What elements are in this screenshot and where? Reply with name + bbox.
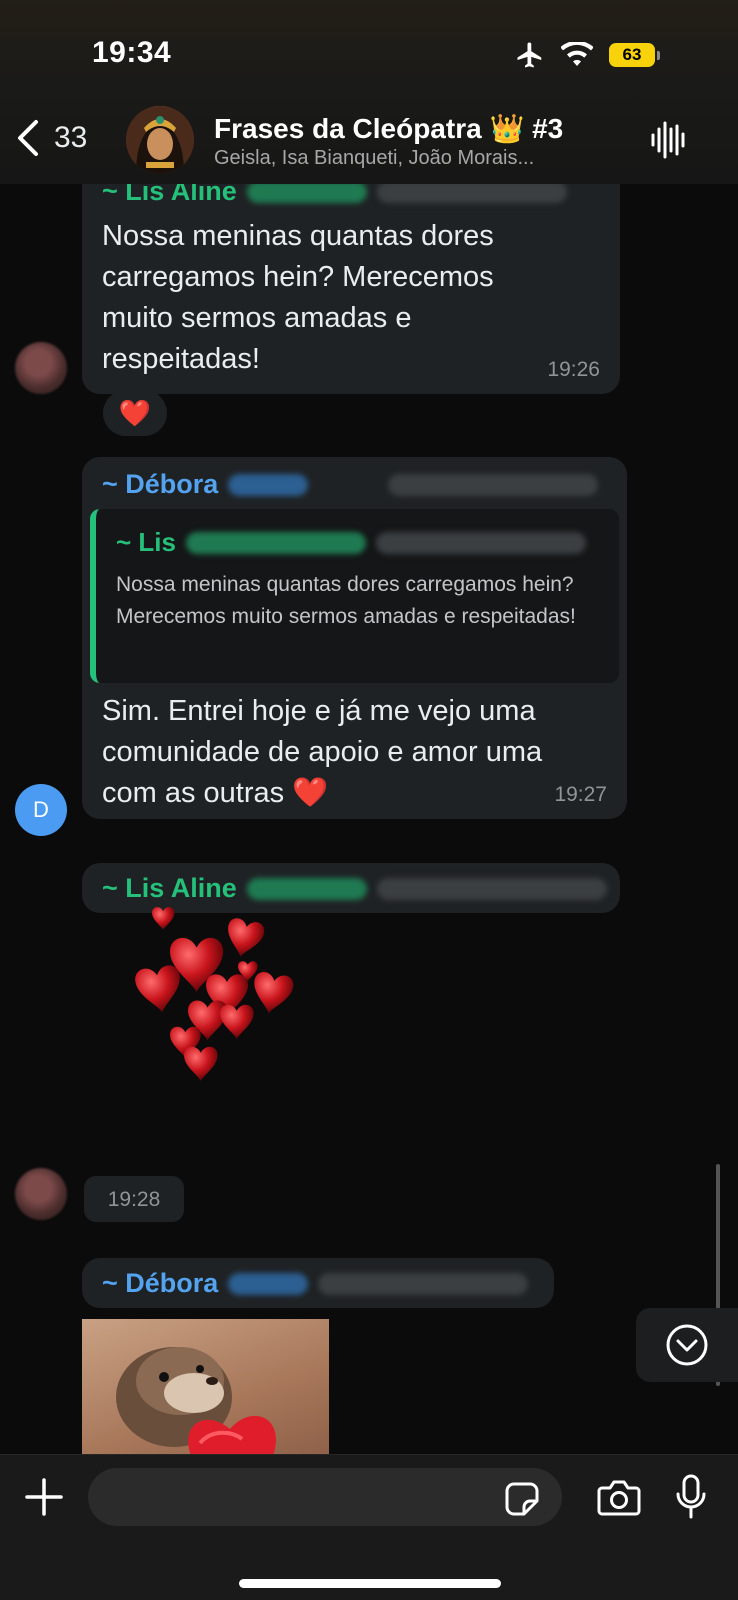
attach-button[interactable] xyxy=(24,1477,64,1522)
avatar[interactable] xyxy=(15,1168,67,1220)
group-avatar[interactable] xyxy=(126,106,194,174)
sender-header-bubble[interactable]: ~ Débora xyxy=(82,1258,554,1308)
red-hearts-sticker[interactable] xyxy=(130,902,310,1092)
status-icons: 63 xyxy=(515,40,660,70)
chevron-down-circle-icon xyxy=(666,1324,708,1366)
avatar[interactable] xyxy=(15,342,67,394)
message-text: Nossa meninas quantas dores carregamos h… xyxy=(102,220,494,375)
sticker-time-badge: 19:28 xyxy=(84,1176,184,1222)
microphone-button[interactable] xyxy=(674,1473,708,1526)
message-bubble[interactable]: ~ Lis Aline Nossa meninas quantas dores … xyxy=(82,184,620,394)
status-time: 19:34 xyxy=(92,36,172,69)
microphone-icon xyxy=(676,1474,706,1519)
camera-icon xyxy=(597,1480,641,1516)
message-list[interactable]: ~ Lis Aline Nossa meninas quantas dores … xyxy=(0,184,738,1454)
sender-name[interactable]: ~ Lis Aline xyxy=(102,184,567,207)
camera-button[interactable] xyxy=(596,1479,642,1522)
waveform-icon xyxy=(651,121,685,159)
composer-bar xyxy=(0,1454,738,1600)
unread-count: 33 xyxy=(54,121,88,154)
sender-name[interactable]: ~ Débora xyxy=(102,469,599,500)
audio-call-button[interactable] xyxy=(650,120,686,165)
group-members[interactable]: Geisla, Isa Bianqueti, João Morais... xyxy=(214,147,590,170)
quoted-sender: ~ Lis xyxy=(116,527,586,558)
heart-reaction: ❤️ xyxy=(118,397,152,428)
reaction-badge[interactable]: ❤️ xyxy=(103,390,167,436)
back-button[interactable]: 33 xyxy=(16,118,87,158)
message-time: 19:28 xyxy=(107,1188,161,1211)
chat-header: 19:34 63 33 Frases da Cleópatra 👑 #3 Gei… xyxy=(0,0,738,184)
battery-icon: 63 xyxy=(609,43,660,67)
chevron-left-icon xyxy=(18,120,38,156)
airplane-icon xyxy=(517,42,542,68)
avatar[interactable]: D xyxy=(15,784,67,836)
message-input[interactable] xyxy=(88,1468,562,1526)
plus-icon xyxy=(25,1478,63,1516)
home-indicator[interactable] xyxy=(239,1579,501,1588)
message-bubble[interactable]: ~ Débora ~ Lis Nossa meninas quantas dor… xyxy=(82,457,627,819)
message-time: 19:26 xyxy=(547,358,600,381)
message-time: 19:27 xyxy=(554,783,607,806)
quoted-message[interactable]: ~ Lis Nossa meninas quantas dores carreg… xyxy=(90,509,619,683)
quoted-text: Nossa meninas quantas dores carregamos h… xyxy=(116,573,576,628)
battery-level: 63 xyxy=(609,43,655,67)
wifi-icon xyxy=(561,42,593,66)
group-title[interactable]: Frases da Cleópatra 👑 #3 xyxy=(214,112,563,145)
otter-with-heart-image[interactable] xyxy=(82,1319,329,1454)
message-text: Sim. Entrei hoje e já me vejo uma comuni… xyxy=(102,695,543,809)
scroll-to-bottom-button[interactable] xyxy=(636,1308,738,1382)
sender-name[interactable]: ~ Débora xyxy=(102,1268,529,1299)
sticker-icon xyxy=(505,1482,539,1516)
sticker-button[interactable] xyxy=(504,1481,540,1522)
sender-name[interactable]: ~ Lis Aline xyxy=(102,873,607,904)
